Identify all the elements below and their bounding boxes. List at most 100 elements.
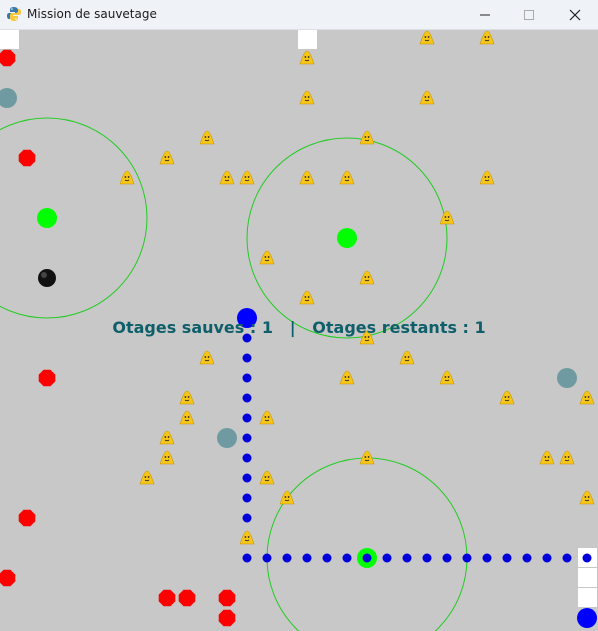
enemy xyxy=(218,609,236,627)
hostage xyxy=(439,210,455,225)
radar-zone xyxy=(266,457,468,631)
hostage xyxy=(479,30,495,45)
python-icon xyxy=(7,7,21,21)
black-unit xyxy=(38,269,56,287)
minimize-icon xyxy=(480,14,490,16)
maximize-button[interactable] xyxy=(506,0,552,30)
safe-zone-block xyxy=(0,30,19,49)
hostages-saved-text: Otages sauves : 1 xyxy=(112,318,273,337)
enemy xyxy=(178,589,196,607)
hostage xyxy=(159,150,175,165)
safe-zone-block xyxy=(578,588,597,607)
trail-dot xyxy=(322,553,332,563)
trail-dot xyxy=(362,553,372,563)
enemy xyxy=(0,49,16,67)
hostage xyxy=(159,430,175,445)
hostage xyxy=(219,170,235,185)
hostage xyxy=(139,470,155,485)
hostage xyxy=(279,490,295,505)
hostage xyxy=(159,450,175,465)
hostage xyxy=(259,410,275,425)
hostage xyxy=(579,490,595,505)
radar-center xyxy=(337,228,357,248)
safe-zone-block xyxy=(298,30,317,49)
hostages-remaining-text: Otages restants : 1 xyxy=(312,318,486,337)
trail-dot xyxy=(442,553,452,563)
hostage xyxy=(359,130,375,145)
trail-dot xyxy=(242,353,252,363)
hostage xyxy=(339,370,355,385)
minimize-button[interactable] xyxy=(462,0,508,30)
window-title: Mission de sauvetage xyxy=(27,7,157,21)
black-unit-highlight xyxy=(41,272,47,278)
hostage xyxy=(259,250,275,265)
hostage xyxy=(579,390,595,405)
trail-dot xyxy=(342,553,352,563)
trail-dot xyxy=(422,553,432,563)
enemy xyxy=(218,589,236,607)
hostage xyxy=(179,390,195,405)
enemy xyxy=(18,149,36,167)
trail-dot xyxy=(242,433,252,443)
hostage xyxy=(339,170,355,185)
trail-dot xyxy=(522,553,532,563)
hostage xyxy=(419,30,435,45)
hostage xyxy=(359,450,375,465)
trail-dot xyxy=(562,553,572,563)
trail-dot xyxy=(242,393,252,403)
neutral-unit xyxy=(0,88,17,108)
enemy xyxy=(18,509,36,527)
trail-dot xyxy=(482,553,492,563)
hostage xyxy=(239,170,255,185)
title-bar: Mission de sauvetage xyxy=(0,0,598,30)
radar-zone xyxy=(0,117,148,319)
hostage xyxy=(179,410,195,425)
rescued-player xyxy=(577,608,597,628)
game-canvas[interactable]: Otages sauves : 1 | Otages restants : 1 xyxy=(0,30,598,631)
trail-dot xyxy=(382,553,392,563)
hostage xyxy=(539,450,555,465)
trail-dot xyxy=(242,513,252,523)
trail-dot xyxy=(242,473,252,483)
hostage xyxy=(119,170,135,185)
hostage xyxy=(419,90,435,105)
safe-zone-block xyxy=(578,568,597,587)
trail-dot xyxy=(242,493,252,503)
trail-dot xyxy=(242,413,252,423)
score-display: Otages sauves : 1 | Otages restants : 1 xyxy=(0,318,598,337)
close-button[interactable] xyxy=(552,0,598,30)
score-separator xyxy=(279,318,290,337)
close-icon xyxy=(569,9,581,21)
hostage xyxy=(199,130,215,145)
trail-dot xyxy=(582,553,592,563)
hostage xyxy=(399,350,415,365)
trail-dot xyxy=(282,553,292,563)
trail-dot xyxy=(402,553,412,563)
hostage xyxy=(439,370,455,385)
hostage xyxy=(299,50,315,65)
hostage xyxy=(559,450,575,465)
radar-center xyxy=(37,208,57,228)
enemy xyxy=(38,369,56,387)
trail-dot xyxy=(302,553,312,563)
neutral-unit xyxy=(557,368,577,388)
trail-dot xyxy=(262,553,272,563)
hostage xyxy=(259,470,275,485)
trail-dot xyxy=(502,553,512,563)
hostage xyxy=(479,170,495,185)
enemy xyxy=(158,589,176,607)
trail-dot xyxy=(242,373,252,383)
hostage xyxy=(239,530,255,545)
maximize-icon xyxy=(524,10,534,20)
hostage xyxy=(359,270,375,285)
hostage xyxy=(499,390,515,405)
trail-dot xyxy=(462,553,472,563)
enemy xyxy=(0,569,16,587)
hostage xyxy=(299,290,315,305)
hostage xyxy=(299,170,315,185)
trail-dot xyxy=(542,553,552,563)
hostage xyxy=(199,350,215,365)
trail-dot xyxy=(242,553,252,563)
hostage xyxy=(299,90,315,105)
neutral-unit xyxy=(217,428,237,448)
